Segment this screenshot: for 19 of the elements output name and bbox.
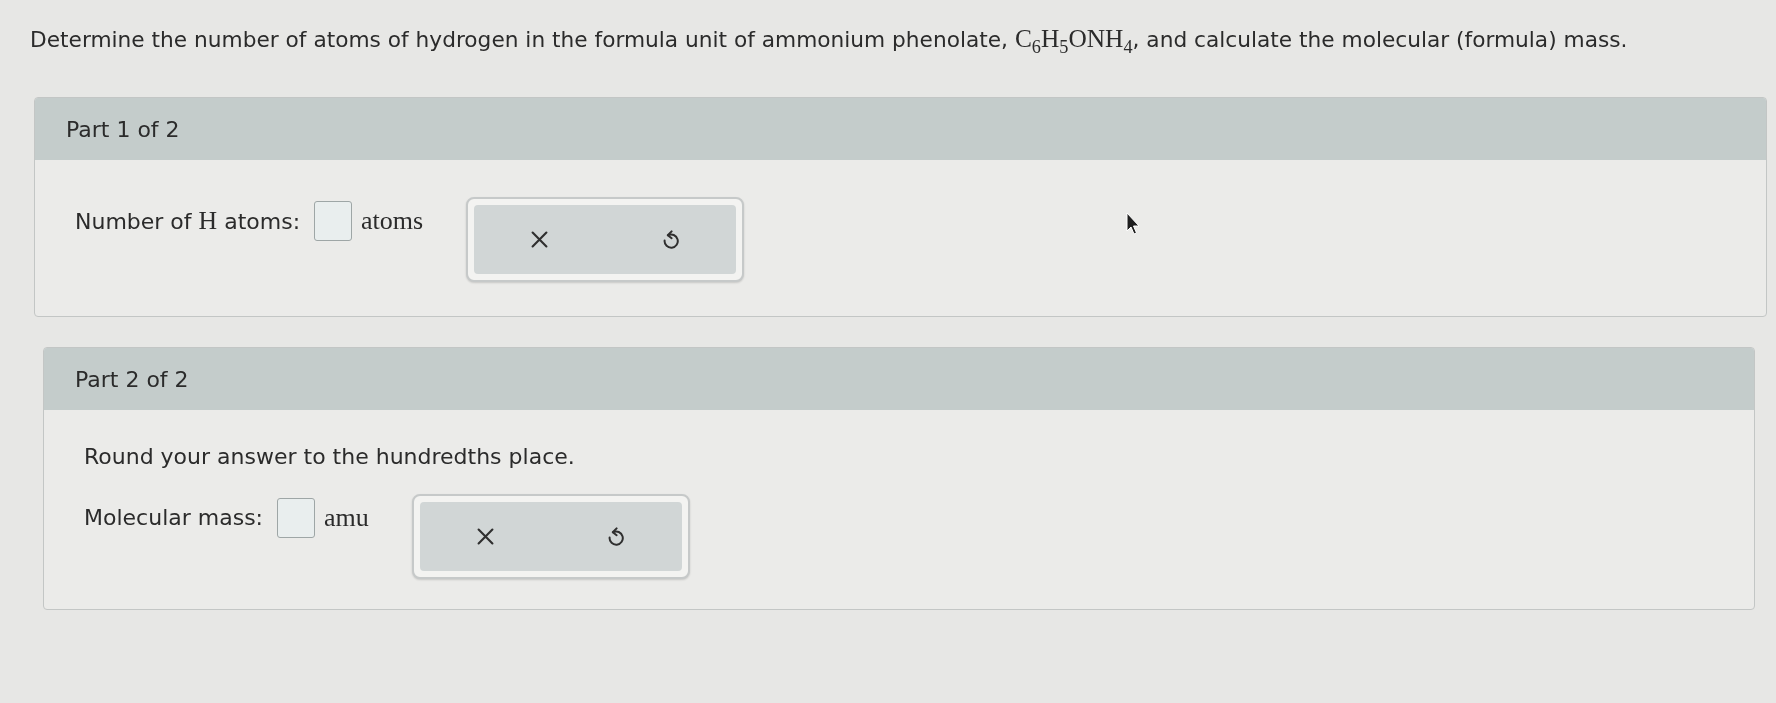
instruction-text: Round your answer to the hundredths place. [84, 444, 576, 470]
answer-box[interactable] [314, 200, 353, 241]
x-icon [531, 231, 549, 248]
part-title: Part 2 of 2 [75, 366, 189, 392]
answer-label: Number of H atoms: [75, 205, 301, 236]
answer-label: Molecular mass: [84, 505, 263, 530]
clear-button[interactable] [474, 205, 606, 274]
undo-icon [662, 229, 679, 250]
undo-icon [608, 526, 625, 547]
x-icon [476, 528, 494, 545]
unit-label: atoms [361, 205, 424, 236]
mouse-pointer-icon [1126, 212, 1141, 236]
undo-button[interactable] [550, 502, 682, 571]
unit-label: amu [324, 502, 369, 533]
clear-button[interactable] [419, 502, 551, 571]
undo-button[interactable] [605, 205, 737, 274]
question-text: Determine the number of atoms of hydrogen in the formula unit of ammonium phenolate, C$_{6}$H$_{5}$ONH$_{4}$, and calculate the molecular (formula) mass. [30, 23, 1629, 58]
answer-box[interactable] [277, 497, 315, 538]
part-title: Part 1 of 2 [66, 116, 180, 142]
